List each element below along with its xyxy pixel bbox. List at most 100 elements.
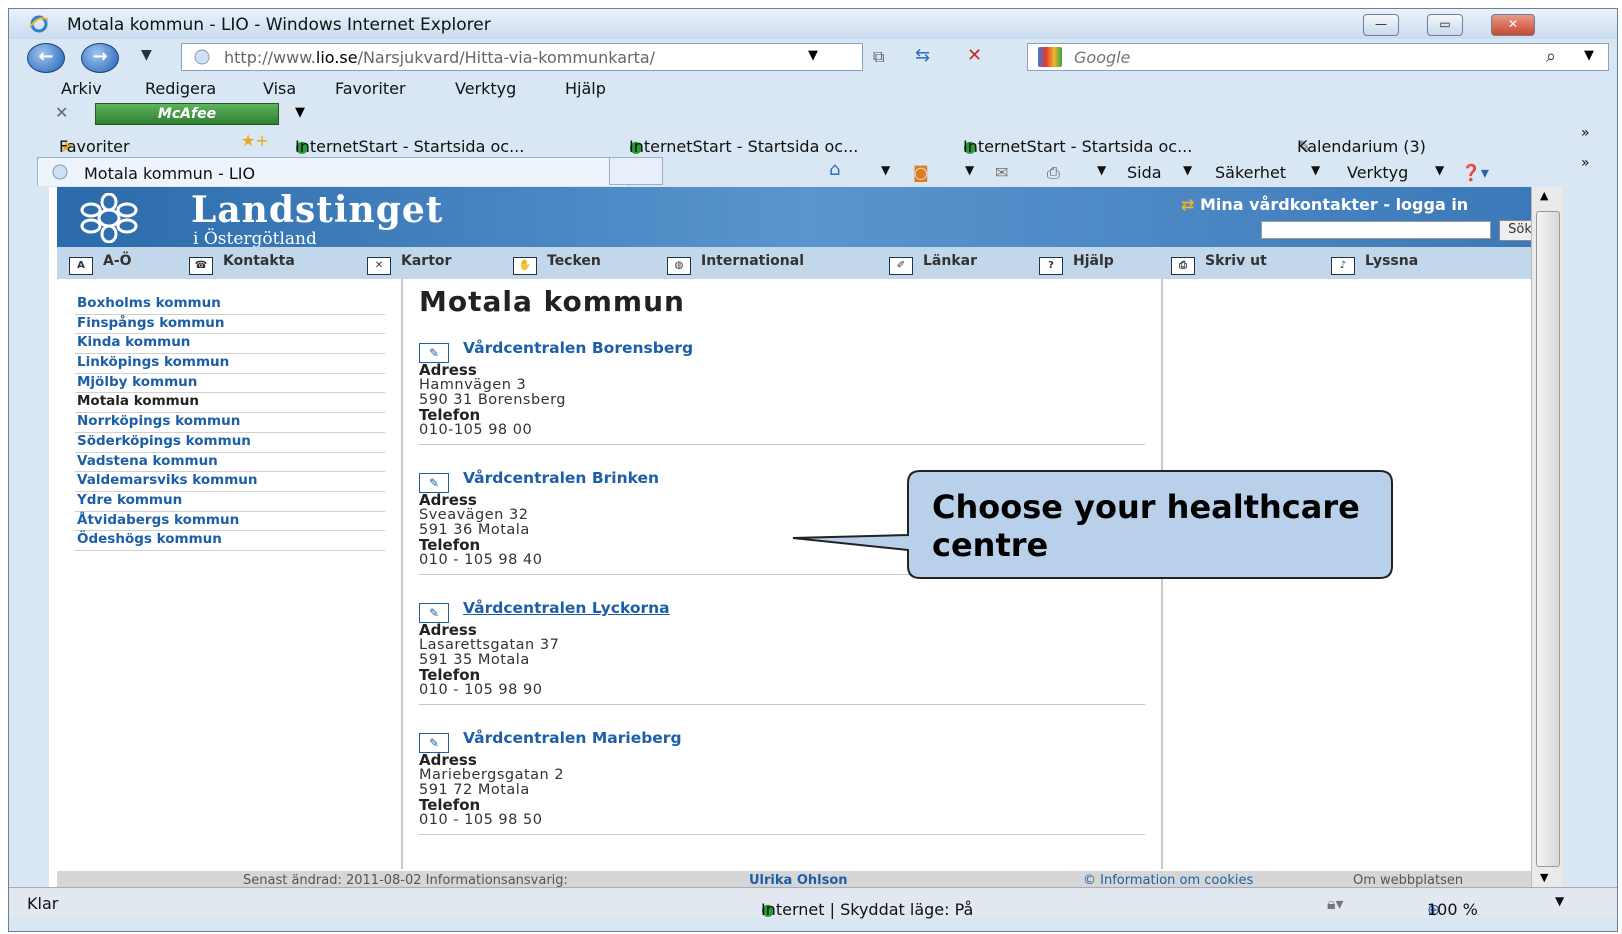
help-icon: ? [1039, 257, 1063, 275]
close-toolbar-icon[interactable]: ✕ [55, 103, 68, 122]
safety-menu[interactable]: Säkerhet [1215, 163, 1286, 182]
new-tab-button[interactable] [609, 157, 663, 185]
site-toolbar: A A-Ö ☎ Kontakta ✕ Kartor ✋ Tecken ◍ Internat… [57, 247, 1555, 279]
nav-item-mjolby[interactable]: Mjölby kommun [75, 374, 385, 394]
centre-link[interactable]: ✎ Vårdcentralen Borensberg [419, 339, 1145, 363]
toolbar-international[interactable]: ◍ International [667, 253, 804, 275]
toolbar-lankar[interactable]: ✐ Länkar [889, 253, 977, 275]
more-favorites-icon[interactable]: » [1581, 125, 1590, 141]
menu-arkiv[interactable]: Arkiv [61, 79, 102, 98]
toolbar-lyssna[interactable]: ♪ Lyssna [1331, 253, 1418, 275]
site-search-input[interactable] [1261, 221, 1491, 239]
tools-menu[interactable]: Verktyg [1347, 163, 1408, 182]
toolbar-hjalp[interactable]: ? Hjälp [1039, 253, 1114, 275]
tab-motala[interactable]: Motala kommun - LIO [37, 157, 629, 186]
nav-item-motala[interactable]: Motala kommun [75, 393, 385, 414]
help-icon[interactable]: ❓▾ [1461, 163, 1489, 182]
nav-item-odeshog[interactable]: Ödeshögs kommun [75, 531, 385, 551]
nav-item-linkoping[interactable]: Linköpings kommun [75, 354, 385, 374]
scroll-up-icon[interactable]: ▲ [1540, 189, 1548, 202]
nav-item-boxholm[interactable]: Boxholms kommun [75, 295, 385, 315]
minimize-button[interactable]: — [1363, 14, 1399, 36]
add-favorite-icon[interactable]: ★+ [241, 131, 269, 150]
phone-label: Telefon [419, 666, 481, 684]
search-box[interactable]: Google ⌕ ▼ [1027, 43, 1609, 71]
toolbar-label: Skriv ut [1205, 253, 1267, 269]
menu-hjalp[interactable]: Hjälp [565, 79, 606, 98]
tools-dropdown-icon[interactable]: ▼ [1435, 163, 1444, 177]
feeds-dropdown-icon[interactable]: ▼ [965, 163, 974, 177]
toolbar-kartor[interactable]: ✕ Kartor [367, 253, 451, 275]
address-text: http://www.lio.se/Narsjukvard/Hitta-via-… [224, 48, 655, 67]
back-button[interactable]: ← [27, 43, 65, 73]
nav-item-norrkoping[interactable]: Norrköpings kommun [75, 413, 385, 433]
search-options-icon[interactable]: ▼ [1584, 48, 1594, 63]
nav-item-kinda[interactable]: Kinda kommun [75, 334, 385, 355]
toolbar-tecken[interactable]: ✋ Tecken [513, 253, 601, 275]
stop-icon[interactable]: ✕ [967, 45, 982, 66]
login-link[interactable]: ⇄ Mina vårdkontakter - logga in [1181, 195, 1468, 214]
centre-link[interactable]: ✎ Vårdcentralen Lyckorna [419, 599, 1145, 623]
callout-text: Choose your healthcare centre [932, 488, 1360, 564]
mcafee-button[interactable]: McAfee [95, 103, 279, 125]
print-dropdown-icon[interactable]: ▼ [1097, 163, 1106, 177]
centre-phone: 010 - 105 98 90 [419, 682, 543, 698]
menu-verktyg[interactable]: Verktyg [455, 79, 516, 98]
feeds-icon[interactable]: ◙ [913, 163, 929, 182]
maximize-button[interactable]: ▭ [1427, 14, 1463, 36]
nav-item-atvidaberg[interactable]: Åtvidabergs kommun [75, 512, 385, 532]
print-icon[interactable]: ⎙ [1047, 163, 1060, 183]
site-logo-title[interactable]: Landstinget [191, 189, 443, 231]
protected-mode-icon[interactable]: 🔒︎▾ [1327, 894, 1344, 914]
search-icon[interactable]: ⌕ [1546, 46, 1556, 67]
footer-contact-link[interactable]: Ulrika Ohlson [749, 873, 848, 887]
page-menu[interactable]: Sida [1127, 163, 1162, 182]
toolbar-skriv-ut[interactable]: ⎙ Skriv ut [1171, 253, 1267, 275]
menu-redigera[interactable]: Redigera [145, 79, 216, 98]
home-dropdown-icon[interactable]: ▼ [881, 163, 890, 177]
mcafee-toolbar: ✕ McAfee ▼ [9, 101, 1617, 125]
scroll-thumb[interactable] [1536, 211, 1560, 867]
compatibility-icon[interactable]: ⧉ [873, 47, 884, 67]
forward-button[interactable]: → [81, 43, 119, 73]
safety-dropdown-icon[interactable]: ▼ [1311, 163, 1320, 177]
scroll-down-icon[interactable]: ▼ [1540, 871, 1548, 884]
refresh-icon[interactable]: ⇆ [915, 45, 930, 66]
nav-item-valdemarsvik[interactable]: Valdemarsviks kommun [75, 472, 385, 492]
centre-name: Vårdcentralen Marieberg [463, 729, 682, 747]
home-icon[interactable]: ⌂ [829, 159, 840, 180]
mail-icon[interactable]: ✉ [995, 163, 1008, 182]
listen-icon: ♪ [1331, 257, 1355, 275]
cookies-link[interactable]: © Information om cookies [1083, 873, 1253, 887]
menu-favoriter[interactable]: Favoriter [335, 79, 406, 98]
pen-icon: ✎ [419, 343, 449, 363]
divider [419, 574, 1145, 575]
centre-link[interactable]: ✎ Vårdcentralen Marieberg [419, 729, 1145, 753]
more-commands-icon[interactable]: » [1581, 155, 1590, 171]
zoom-dropdown-icon[interactable]: ▼ [1555, 894, 1564, 908]
vertical-scrollbar[interactable]: ▲ ▼ [1531, 187, 1562, 887]
municipality-nav: Boxholms kommun Finspångs kommun Kinda k… [75, 295, 385, 551]
mcafee-dropdown-icon[interactable]: ▼ [295, 105, 305, 120]
toolbar-label: Kartor [401, 253, 452, 269]
nav-item-soderkoping[interactable]: Söderköpings kommun [75, 433, 385, 453]
toolbar-label: Kontakta [223, 253, 295, 269]
close-button[interactable]: ✕ [1491, 14, 1535, 36]
nav-item-ydre[interactable]: Ydre kommun [75, 492, 385, 512]
nav-item-vadstena[interactable]: Vadstena kommun [75, 453, 385, 473]
address-bar[interactable]: http://www.lio.se/Narsjukvard/Hitta-via-… [181, 43, 863, 71]
centre-card-borensberg: ✎ Vårdcentralen Borensberg Adress Hamnväg… [419, 339, 1145, 445]
map-icon: ✕ [367, 257, 391, 275]
page-dropdown-icon[interactable]: ▼ [1183, 163, 1192, 177]
toolbar-a-o[interactable]: A A-Ö [69, 253, 132, 275]
print-icon: ⎙ [1171, 257, 1195, 275]
history-dropdown-icon[interactable]: ▼ [141, 47, 152, 63]
about-link[interactable]: Om webbplatsen [1353, 873, 1463, 887]
search-placeholder: Google [1074, 48, 1131, 67]
ie-logo-icon [29, 15, 49, 33]
address-dropdown-icon[interactable]: ▼ [808, 48, 818, 63]
toolbar-kontakta[interactable]: ☎ Kontakta [189, 253, 295, 275]
globe-icon: ◍ [667, 257, 691, 275]
nav-item-finspang[interactable]: Finspångs kommun [75, 315, 385, 335]
menu-visa[interactable]: Visa [263, 79, 296, 98]
